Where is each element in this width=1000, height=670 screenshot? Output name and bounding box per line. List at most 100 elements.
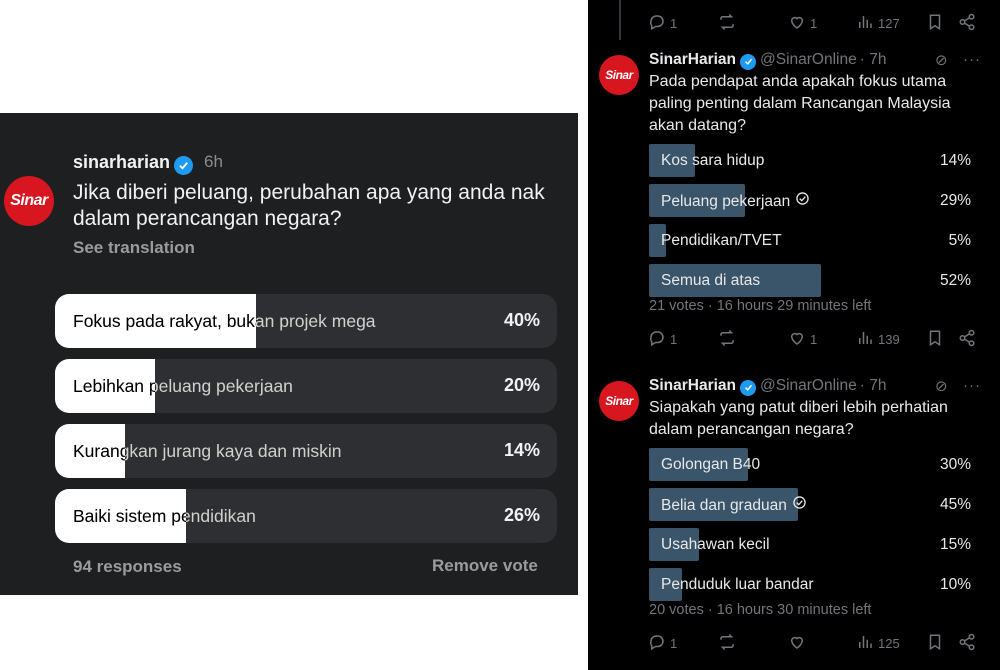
poll-option-label: Lebihkan peluang pekerjaan [73,376,293,396]
poll-option[interactable]: Pendidikan/TVET 5% [649,224,979,257]
views-icon [856,633,874,654]
like-count: 1 [810,332,818,347]
poll-option[interactable]: Lebihkan peluang pekerjaan 20% [55,359,557,413]
poll-option-label-text: Peluang pekerjaan [661,193,791,210]
verified-badge-icon [174,156,194,175]
repost-icon [718,13,736,34]
poll-option-label: Belia dan graduan [661,496,806,515]
post-username[interactable]: sinarharian [73,152,194,175]
poll-option[interactable]: Peluang pekerjaan 29% [649,184,979,217]
screenshot-canvas: Sinar sinarharian 6h Jika diberi peluang… [0,0,1000,670]
poll-question: Pada pendapat anda apakah fokus utama pa… [649,73,951,134]
poll-question: Jika diberi peluang, perubahan apa yang … [73,181,545,230]
user-handle[interactable]: @SinarOnline [760,377,857,394]
remove-vote-button[interactable]: Remove vote [432,556,538,576]
poll-option-percent: 20% [503,375,540,395]
share-button[interactable] [958,13,976,34]
more-options-icon[interactable]: ··· [963,377,981,394]
poll-option-label-text: Penduduk luar bandar [661,576,814,593]
share-icon [958,633,976,654]
poll-option-label: Penduduk luar bandar [661,576,814,594]
sinar-avatar[interactable]: Sinar [4,176,54,226]
bookmark-button[interactable] [926,13,944,34]
poll-meta: 21 votes · 16 hours 29 minutes left [649,298,872,314]
display-name[interactable]: SinarHarian [649,51,736,68]
reply-button[interactable]: 1 [648,329,677,350]
poll-option-percent: 29% [939,192,971,209]
username-text: sinarharian [73,152,171,172]
voted-check-icon [793,496,806,512]
sinar-avatar[interactable]: Sinar [599,381,639,421]
see-translation-link[interactable]: See translation [73,238,195,258]
post-time: 6h [204,152,223,171]
tweet-time: · 7h [859,377,887,394]
user-handle[interactable]: @SinarOnline [760,51,857,68]
poll-option[interactable]: Fokus pada rakyat, bukan projek mega 40% [55,294,557,348]
display-name[interactable]: SinarHarian [649,377,736,394]
views-button[interactable]: 139 [856,329,900,350]
threads-poll-post: Sinar sinarharian 6h Jika diberi peluang… [0,113,578,595]
poll-option-label: Semua di atas [661,272,760,290]
like-button[interactable]: 1 [788,329,817,350]
views-icon [856,329,874,350]
share-button[interactable] [958,633,976,654]
share-button[interactable] [958,329,976,350]
repost-button[interactable] [718,633,740,654]
poll-question: Siapakah yang patut diberi lebih perhati… [649,399,948,438]
like-button[interactable] [788,633,810,654]
heart-icon [788,13,806,34]
views-count: 127 [878,16,900,31]
like-button[interactable]: 1 [788,13,817,34]
repost-icon [718,633,736,654]
sinar-logo: Sinar [605,68,633,82]
tweet-action-bar: 1 1 139 [648,327,978,351]
repost-button[interactable] [718,13,740,34]
poll-option-label: Baiki sistem pendidikan [73,506,256,526]
repost-button[interactable] [718,329,740,350]
bookmark-icon [926,329,944,350]
share-icon [958,13,976,34]
bookmark-button[interactable] [926,633,944,654]
reply-icon [648,329,666,350]
poll-option[interactable]: Kurangkan jurang kaya dan miskin 14% [55,424,557,478]
poll-option[interactable]: Golongan B40 30% [649,448,979,481]
poll-option-label: Kos sara hidup [661,152,764,170]
poll-option-label: Kurangkan jurang kaya dan miskin [73,441,342,461]
views-button[interactable]: 125 [856,633,900,654]
sinar-logo: Sinar [10,192,48,209]
poll-option[interactable]: Semua di atas 52% [649,264,979,297]
poll-option-label: Usahawan kecil [661,536,770,554]
grok-icon[interactable]: ⊘ [935,51,948,69]
poll-option-label-text: Golongan B40 [661,456,761,473]
thread-connector-line [619,0,621,40]
poll-option[interactable]: Penduduk luar bandar 10% [649,568,979,601]
poll-option[interactable]: Belia dan graduan 45% [649,488,979,521]
views-icon [856,13,874,34]
verified-badge-icon [740,53,757,70]
views-button[interactable]: 127 [856,13,900,34]
reply-icon [648,13,666,34]
poll-option-percent: 14% [503,440,540,460]
grok-icon[interactable]: ⊘ [935,377,948,395]
poll-option-label: Golongan B40 [661,456,760,474]
like-count: 1 [810,16,818,31]
tweet-header: SinarHarian @SinarOnline · 7h [649,377,886,396]
poll-option[interactable]: Usahawan kecil 15% [649,528,979,561]
sinar-avatar[interactable]: Sinar [599,55,639,95]
heart-icon [788,633,806,654]
poll-option-label-text: Kos sara hidup [661,152,765,169]
tweet-time: · 7h [859,51,887,68]
heart-icon [788,329,806,350]
reply-button[interactable]: 1 [648,13,677,34]
poll-option-label-text: Usahawan kecil [661,536,770,553]
responses-count: 94 responses [73,557,182,576]
poll-option[interactable]: Kos sara hidup 14% [649,144,979,177]
poll-option-percent: 26% [503,505,540,525]
reply-button[interactable]: 1 [648,633,677,654]
more-options-icon[interactable]: ··· [963,51,981,68]
poll-option[interactable]: Baiki sistem pendidikan 26% [55,489,557,543]
poll-option-percent: 14% [939,152,971,169]
bookmark-icon [926,13,944,34]
poll-meta: 20 votes · 16 hours 30 minutes left [649,602,872,618]
bookmark-button[interactable] [926,329,944,350]
